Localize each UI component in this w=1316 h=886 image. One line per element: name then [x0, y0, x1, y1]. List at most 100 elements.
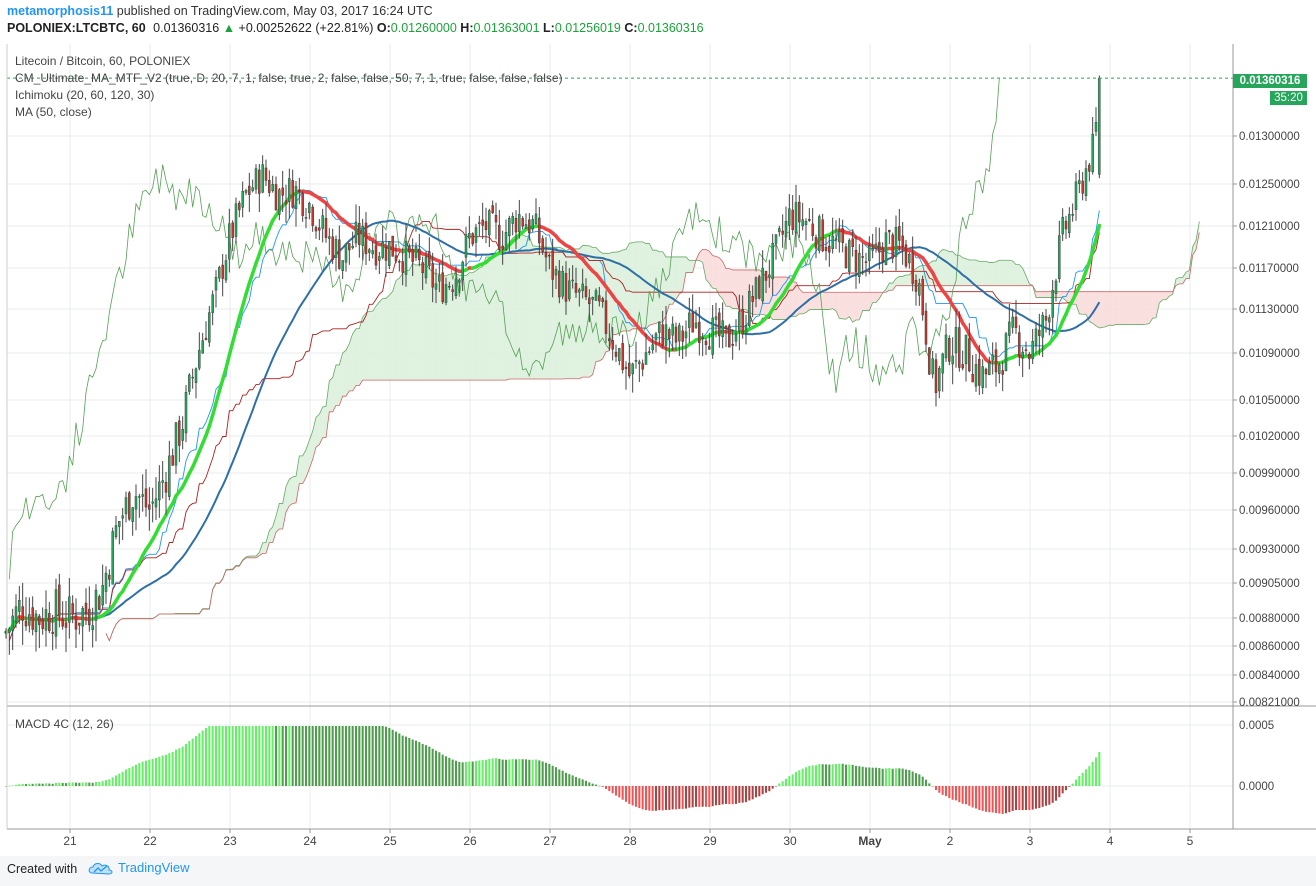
cloud-segment [412, 263, 416, 381]
cloud-segment [402, 270, 406, 381]
macd-bar [728, 786, 731, 805]
cloud-segment [1152, 291, 1156, 319]
cloud-segment [1129, 291, 1133, 325]
candle-body [684, 331, 688, 339]
ichimoku-cloud [105, 221, 1200, 642]
macd-bar [138, 763, 141, 786]
candle-body [661, 324, 664, 346]
cloud-segment [469, 272, 473, 381]
macd-bar [921, 776, 924, 786]
candle-body [778, 228, 781, 233]
time-tick-label: 2 [947, 834, 954, 848]
cloud-segment [1079, 291, 1083, 315]
macd-bar [761, 786, 764, 795]
tradingview-link[interactable]: TradingView [88, 860, 190, 875]
time-tick-label: 23 [223, 834, 237, 848]
candle-body [458, 279, 461, 283]
cloud-segment [832, 292, 836, 311]
macd-bar [818, 764, 821, 786]
macd-bar [38, 783, 41, 786]
macd-bar [1038, 786, 1041, 809]
macd-bar [901, 768, 904, 786]
macd-bar [194, 736, 198, 786]
macd-bar [654, 786, 658, 811]
macd-bar [984, 786, 988, 812]
candle-body [334, 239, 338, 258]
candle-body [34, 613, 38, 633]
candle-body [491, 205, 494, 214]
macd-bar [324, 726, 328, 786]
price-tick-label: 0.00860000 [1239, 641, 1300, 653]
macd-bar [351, 726, 354, 786]
macd-bar [584, 780, 588, 786]
cloud-segment [1146, 291, 1150, 325]
macd-bar [978, 786, 981, 811]
candle-body [38, 615, 41, 625]
candle-body [671, 323, 674, 336]
symbol-label: POLONIEX:LTCBTC, 60 [7, 21, 146, 35]
macd-bar [538, 760, 541, 786]
cloud-segment [1009, 260, 1013, 286]
candle-body [341, 260, 344, 271]
cloud-segment [296, 455, 300, 503]
macd-bar [1031, 786, 1034, 810]
candle-body [1004, 333, 1008, 372]
candle-body [964, 334, 968, 365]
candle-body [664, 324, 668, 346]
candle-body [1008, 321, 1011, 336]
price-tick-label: 0.00990000 [1239, 468, 1300, 480]
candle-body [928, 347, 931, 375]
macd-bar [508, 759, 511, 786]
candle-body [488, 210, 491, 236]
candle-body [471, 233, 474, 245]
candle-body [864, 261, 868, 263]
macd-bar [534, 759, 538, 786]
indicator-macd: MACD 4C (12, 26) [15, 717, 114, 731]
candle-body [11, 615, 14, 631]
candle-body [971, 374, 974, 383]
chart-area[interactable]: 0.01300000 0.01250000 0.01210000 0.01170000… [0, 44, 1316, 856]
macd-bar [144, 760, 148, 786]
macd-bar [611, 786, 614, 794]
macd-bar [401, 735, 404, 786]
candle-body [98, 596, 101, 610]
macd-bar [264, 726, 268, 786]
cloud-segment [506, 242, 510, 381]
candle-body [871, 248, 874, 251]
candle-body [374, 245, 378, 266]
cloud-segment [946, 249, 950, 286]
macd-bar [301, 726, 304, 786]
candle-body [738, 311, 741, 332]
candle-body [268, 180, 271, 193]
macd-bar [601, 786, 604, 787]
macd-bar [868, 767, 871, 786]
candle-body [1071, 214, 1074, 216]
macd-bar [438, 752, 441, 786]
candle-body [318, 227, 321, 231]
cloud-segment [529, 236, 533, 380]
candle-body [754, 277, 758, 299]
candle-body [961, 364, 964, 369]
candle-body [231, 222, 234, 238]
candle-body [484, 221, 488, 231]
cloud-segment [826, 292, 830, 310]
macd-bar [888, 768, 891, 786]
candle-body [1041, 314, 1044, 338]
candle-body [838, 231, 841, 243]
candle-body [411, 249, 414, 262]
macd-bar [181, 746, 184, 786]
cloud-segment [732, 269, 736, 309]
candle-body [784, 221, 788, 238]
candle-body [564, 273, 568, 302]
author-link[interactable]: metamorphosis11 [7, 4, 113, 18]
macd-bar [1028, 786, 1031, 811]
candle-body [381, 241, 384, 258]
macd-bar [54, 782, 58, 786]
cloud-segment [376, 301, 380, 381]
candle-body [948, 338, 951, 362]
candle-body [524, 224, 528, 229]
candle-body [454, 278, 458, 296]
macd-bar [311, 726, 314, 786]
macd-bar [651, 786, 654, 811]
chart-svg[interactable]: 0.01300000 0.01250000 0.01210000 0.01170000… [0, 44, 1316, 856]
